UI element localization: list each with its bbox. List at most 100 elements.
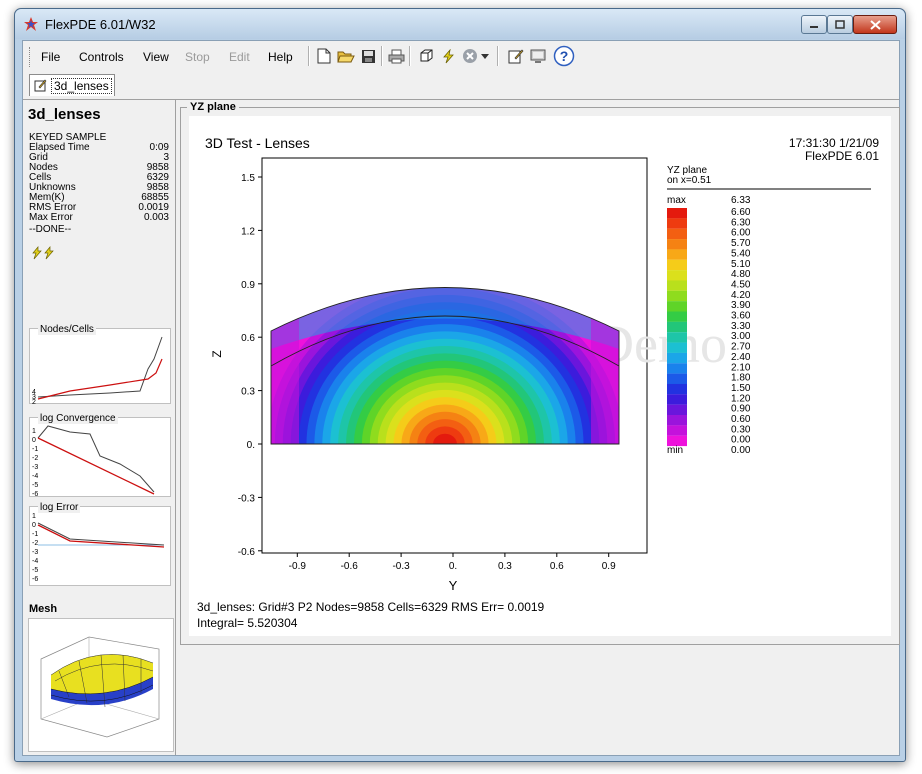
lightning-icon[interactable] [439, 47, 457, 65]
legend-swatch [667, 259, 687, 271]
legend-value: 2.40 [731, 352, 751, 363]
legend-value: 0.60 [731, 414, 751, 425]
legend-swatch [667, 415, 687, 426]
legend-swatch [667, 228, 687, 240]
toolbar-separator [381, 46, 383, 66]
run-status: --DONE-- [29, 224, 72, 235]
close-button[interactable] [853, 15, 897, 34]
x-tick-label: -0.9 [289, 561, 307, 572]
tab-3d-lenses[interactable]: 3d_lenses [29, 74, 115, 96]
legend-swatch [667, 270, 687, 281]
legend-swatch [667, 383, 687, 395]
plot-group-title: YZ plane [187, 101, 239, 113]
legend-swatch [667, 249, 687, 260]
legend-value: 6.30 [731, 217, 751, 228]
legend-swatch [667, 218, 687, 229]
legend-value: 1.50 [731, 383, 751, 394]
menu-file[interactable]: File [41, 50, 60, 64]
stat-key: Max Error [29, 212, 73, 223]
print-icon[interactable] [387, 47, 405, 65]
legend-swatch [667, 321, 687, 333]
edit-icon [34, 79, 47, 92]
legend-swatch [667, 394, 687, 405]
y-tick-label: -0.6 [238, 547, 256, 558]
legend-swatch [667, 290, 687, 302]
mesh-panel: Mesh [23, 599, 175, 755]
menu-toolbar: File Controls View Stop Edit Help ? [23, 41, 899, 71]
flexpde-logo-icon [24, 17, 38, 31]
legend-swatch [667, 373, 687, 384]
app-window: FlexPDE 6.01/W32 File Controls View Stop… [14, 8, 906, 762]
legend-value: 3.00 [731, 331, 751, 342]
problem-title: 3d_lenses [28, 106, 101, 123]
cube-icon[interactable] [417, 47, 435, 65]
new-icon[interactable] [315, 47, 333, 65]
lightning-icon[interactable] [31, 246, 57, 260]
minimize-button[interactable] [801, 15, 827, 34]
legend-value: 2.10 [731, 362, 751, 373]
y-tick-label: 0.9 [241, 280, 255, 291]
contour-fill [271, 287, 619, 444]
plot-footer-integral: Integral= 5.520304 [197, 616, 298, 630]
legend-value: 0.30 [731, 424, 751, 435]
mesh-preview[interactable] [28, 618, 174, 752]
menu-edit[interactable]: Edit [229, 50, 250, 64]
legend-value: 2.70 [731, 342, 751, 353]
menu-help[interactable]: Help [268, 50, 293, 64]
monitor-icon[interactable] [529, 47, 547, 65]
legend-swatch [667, 404, 687, 416]
mesh-title: Mesh [29, 603, 58, 615]
log-error-graph: log Error 1 0 -1 -2 -3 -4 -5 -6 [29, 502, 171, 586]
plot-groupbox: YZ plane 3D Test - Lenses 17:31:30 1/21/… [180, 101, 900, 645]
legend-value: 5.40 [731, 248, 751, 259]
legend-value: 6.60 [731, 207, 751, 218]
toolbar-separator [497, 46, 499, 66]
legend-value: 3.60 [731, 311, 751, 322]
x-tick-label: 0. [449, 561, 457, 572]
menu-view[interactable]: View [143, 50, 169, 64]
title-bar[interactable]: FlexPDE 6.01/W32 [15, 9, 905, 39]
legend-swatch [667, 332, 687, 343]
maximize-button[interactable] [827, 15, 853, 34]
legend-value: 6.00 [731, 228, 751, 239]
menu-controls[interactable]: Controls [79, 50, 124, 64]
legend-value: 5.70 [731, 238, 751, 249]
stat-row: Elapsed Time 0:09 [29, 143, 169, 153]
open-icon[interactable] [337, 47, 355, 65]
x-tick-label: 0.9 [602, 561, 616, 572]
menu-stop[interactable]: Stop [185, 50, 210, 64]
edit-icon[interactable] [507, 47, 525, 65]
save-icon[interactable] [359, 47, 377, 65]
legend-value: 5.10 [731, 259, 751, 270]
legend-swatch [667, 280, 687, 291]
legend-value: 3.90 [731, 300, 751, 311]
window-title: FlexPDE 6.01/W32 [45, 17, 156, 32]
legend-value: 4.50 [731, 279, 751, 290]
y-tick-label: 1.2 [241, 226, 255, 237]
legend-swatch [667, 425, 687, 436]
legend-swatch [667, 208, 687, 219]
contour-plot: 3D Test - Lenses 17:31:30 1/21/09 FlexPD… [197, 135, 879, 630]
help-icon[interactable]: ? [553, 45, 575, 67]
y-tick-label: 0. [247, 440, 255, 451]
toolbar-separator [308, 46, 310, 66]
legend-value: 0.90 [731, 404, 751, 415]
x-tick-label: -0.3 [392, 561, 410, 572]
plot-canvas[interactable]: 3D Test - Lenses 17:31:30 1/21/09 FlexPD… [189, 116, 891, 636]
tab-label: 3d_lenses [51, 77, 112, 94]
legend-swatch [667, 301, 687, 312]
y-tick-label: 1.5 [241, 173, 255, 184]
plot-title: 3D Test - Lenses [205, 135, 310, 151]
dropdown-arrow-icon[interactable] [479, 47, 491, 65]
nodes-cells-graph: Nodes/Cells 4 3 2 [29, 324, 171, 406]
bottom-empty-panel [180, 647, 898, 754]
stat-value: 0.003 [143, 212, 169, 223]
stat-row: Max Error 0.003 [29, 213, 169, 223]
y-axis-label: Z [210, 350, 224, 357]
toolbar-grip[interactable] [29, 47, 33, 67]
toolbar-separator [409, 46, 411, 66]
plot-timestamp: 17:31:30 1/21/09 [789, 136, 879, 150]
legend-max-label: max [667, 195, 686, 206]
legend-swatch [667, 352, 687, 364]
stop-circle-icon[interactable] [461, 47, 479, 65]
